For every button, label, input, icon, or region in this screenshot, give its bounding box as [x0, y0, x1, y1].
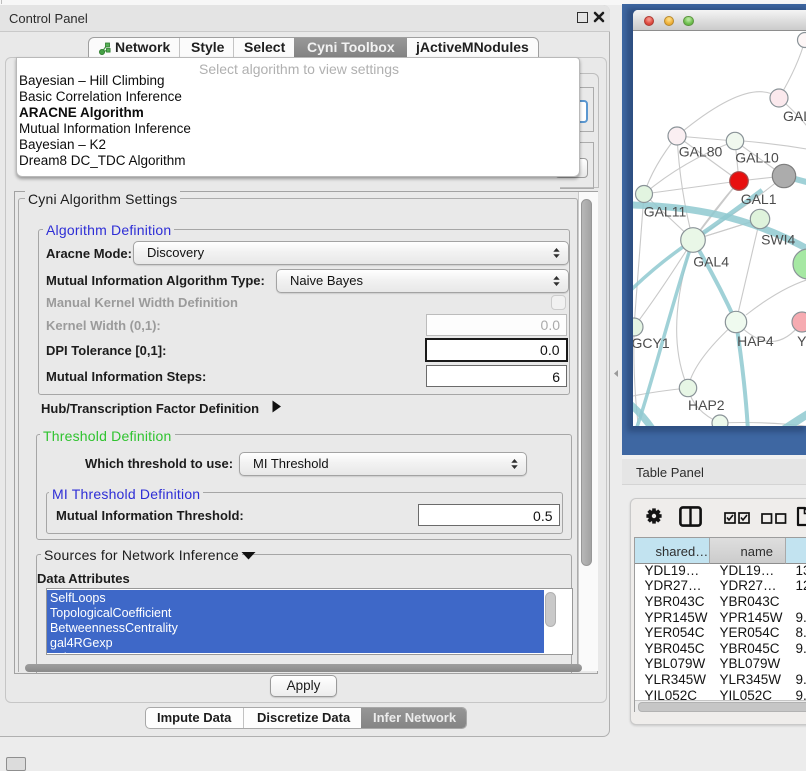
svg-text:GCY1: GCY1	[633, 335, 670, 351]
svg-text:YJ: YJ	[797, 333, 806, 349]
svg-text:GAL11: GAL11	[644, 204, 687, 220]
svg-text:SWI4: SWI4	[761, 232, 795, 248]
svg-text:HAP2: HAP2	[688, 397, 725, 413]
svg-text:HAP4: HAP4	[737, 333, 774, 349]
svg-text:GAL80: GAL80	[679, 144, 723, 160]
svg-text:GAL4: GAL4	[693, 253, 729, 269]
svg-text:GAL1: GAL1	[741, 191, 777, 207]
svg-text:GAL10: GAL10	[735, 150, 779, 166]
svg-text:GAL7: GAL7	[783, 108, 806, 124]
